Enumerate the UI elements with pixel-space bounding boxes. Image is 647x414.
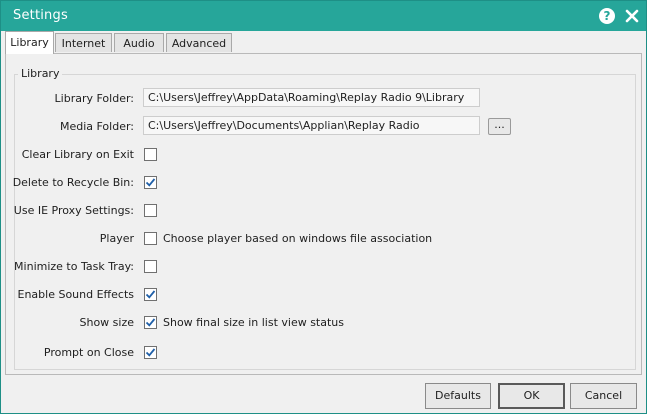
option-label-ie-proxy: Use IE Proxy Settings: — [13, 204, 134, 217]
minimize-tray-checkbox[interactable] — [144, 260, 157, 273]
show-size-checkbox[interactable] — [144, 316, 157, 329]
settings-window: Settings ? Library Internet Audio Advanc… — [0, 0, 647, 414]
checkmark-icon — [145, 178, 156, 187]
delete-recycle-checkbox[interactable] — [144, 176, 157, 189]
title-bar: Settings ? — [1, 1, 646, 31]
sound-effects-checkbox[interactable] — [144, 288, 157, 301]
option-label-player: Player — [99, 232, 134, 245]
defaults-button[interactable]: Defaults — [425, 383, 491, 409]
player-checkbox-text[interactable]: Choose player based on windows file asso… — [163, 232, 432, 245]
option-label-clear-library: Clear Library on Exit — [21, 148, 134, 161]
option-label-prompt-close: Prompt on Close — [43, 346, 134, 359]
ok-button[interactable]: OK — [498, 383, 565, 409]
help-icon[interactable]: ? — [599, 8, 615, 24]
media-folder-label: Media Folder: — [59, 120, 134, 133]
library-folder-input[interactable]: C:\Users\Jeffrey\AppData\Roaming\Replay … — [143, 88, 480, 107]
close-icon[interactable] — [623, 7, 641, 25]
tab-library[interactable]: Library — [5, 31, 54, 54]
prompt-close-checkbox[interactable] — [144, 346, 157, 359]
tab-advanced[interactable]: Advanced — [166, 33, 232, 52]
option-label-minimize-tray: Minimize to Task Tray: — [14, 260, 134, 273]
ie-proxy-checkbox[interactable] — [144, 204, 157, 217]
checkmark-icon — [145, 348, 156, 357]
media-folder-input[interactable]: C:\Users\Jeffrey\Documents\Applian\Repla… — [143, 116, 480, 135]
tab-audio[interactable]: Audio — [114, 33, 164, 52]
clear-library-checkbox[interactable] — [144, 148, 157, 161]
option-label-sound-effects: Enable Sound Effects — [17, 288, 135, 301]
tab-internet[interactable]: Internet — [55, 33, 112, 52]
tab-strip: Library Internet Audio Advanced — [5, 31, 645, 54]
checkmark-icon — [145, 290, 156, 299]
library-folder-label: Library Folder: — [54, 92, 134, 105]
player-checkbox[interactable] — [144, 232, 157, 245]
option-label-show-size: Show size — [79, 316, 134, 329]
browse-button[interactable]: ... — [488, 118, 511, 135]
checkmark-icon — [145, 318, 156, 327]
cancel-button[interactable]: Cancel — [570, 383, 637, 409]
show-size-checkbox-text[interactable]: Show final size in list view status — [163, 316, 344, 329]
group-title: Library — [18, 67, 63, 80]
window-title: Settings — [13, 8, 68, 23]
option-label-delete-recycle: Delete to Recycle Bin: — [12, 176, 134, 189]
